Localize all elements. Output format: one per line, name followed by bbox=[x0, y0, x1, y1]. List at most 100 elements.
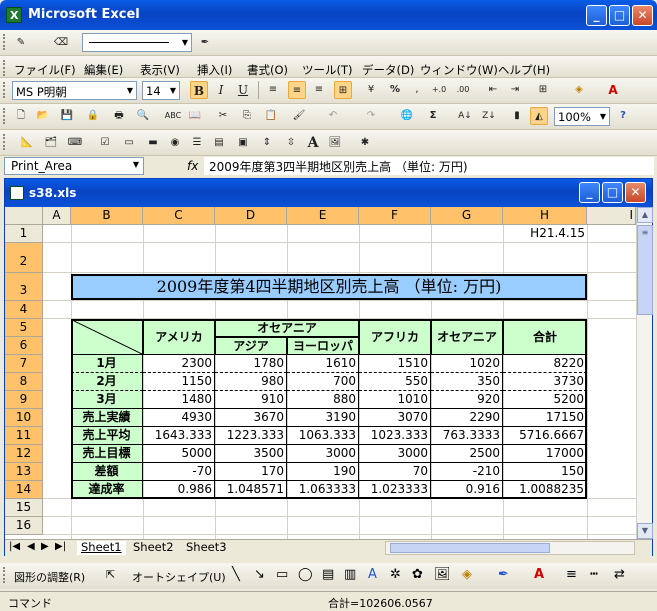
currency-icon[interactable]: ¥ bbox=[362, 81, 380, 99]
table-cell[interactable]: 1480 bbox=[143, 391, 215, 409]
borders-icon[interactable]: ⊞ bbox=[534, 81, 552, 99]
row-header[interactable]: 12 bbox=[5, 445, 43, 463]
table-cell[interactable]: 3070 bbox=[359, 409, 431, 427]
col-header-e[interactable]: E bbox=[287, 207, 359, 225]
header-oceania[interactable]: オセアニア bbox=[431, 319, 503, 355]
text-box-icon[interactable]: ▤ bbox=[322, 567, 334, 582]
h-scroll-thumb[interactable] bbox=[390, 543, 550, 553]
name-box[interactable]: Print_Area ▼ bbox=[4, 157, 144, 175]
oval-icon[interactable]: ◯ bbox=[298, 567, 313, 582]
row-header[interactable]: 13 bbox=[5, 463, 43, 481]
spreadsheet-grid[interactable]: A B C D E F G H I 1 2 3 4 5 6 7 8 9 10 1… bbox=[5, 207, 636, 539]
table-cell[interactable]: 0.916 bbox=[431, 481, 503, 499]
table-cell[interactable]: 1063.333 bbox=[287, 427, 359, 445]
table-cell[interactable]: 700 bbox=[287, 373, 359, 391]
row-header[interactable]: 2 bbox=[5, 243, 43, 273]
underline-button[interactable]: U bbox=[234, 81, 252, 99]
font-color-icon[interactable]: A bbox=[534, 567, 544, 582]
more-controls-icon[interactable]: ✱ bbox=[356, 134, 374, 152]
drawing-icon[interactable]: ◭ bbox=[530, 107, 548, 125]
label-icon[interactable]: A bbox=[304, 134, 322, 152]
minimize-button[interactable]: _ bbox=[586, 5, 607, 26]
table-cell[interactable]: 3500 bbox=[215, 445, 287, 463]
table-cell[interactable]: 3730 bbox=[503, 373, 587, 391]
decrease-indent-icon[interactable]: ⇤ bbox=[484, 81, 502, 99]
col-header-b[interactable]: B bbox=[71, 207, 143, 225]
table-cell[interactable]: 1020 bbox=[431, 355, 503, 373]
workbook-maximize-button[interactable]: □ bbox=[602, 182, 623, 203]
maximize-button[interactable]: □ bbox=[609, 5, 630, 26]
select-all-corner[interactable] bbox=[5, 207, 43, 225]
table-cell[interactable]: 350 bbox=[431, 373, 503, 391]
autosum-icon[interactable]: Σ bbox=[424, 107, 442, 125]
draw-adjust-menu[interactable]: 図形の調整(R) bbox=[14, 569, 85, 585]
table-cell[interactable]: 70 bbox=[359, 463, 431, 481]
workbook-icon[interactable] bbox=[10, 186, 24, 200]
header-america[interactable]: アメリカ bbox=[143, 319, 215, 355]
menu-file[interactable]: ファイル(F) bbox=[14, 62, 76, 78]
table-cell[interactable]: 17000 bbox=[503, 445, 587, 463]
fill-color-icon[interactable]: ◈ bbox=[570, 81, 588, 99]
table-cell[interactable]: 0.986 bbox=[143, 481, 215, 499]
listbox-icon[interactable]: ☰ bbox=[188, 134, 206, 152]
table-cell[interactable]: 763.3333 bbox=[431, 427, 503, 445]
table-cell[interactable]: 5000 bbox=[143, 445, 215, 463]
menu-window[interactable]: ウィンドウ(W) bbox=[420, 62, 498, 78]
vertical-text-box-icon[interactable]: ▥ bbox=[344, 567, 356, 582]
table-cell[interactable]: 2290 bbox=[431, 409, 503, 427]
redo-icon[interactable]: ↷ bbox=[362, 107, 380, 125]
percent-icon[interactable]: % bbox=[386, 81, 404, 99]
scroll-up-icon[interactable]: ▲ bbox=[637, 207, 653, 223]
table-cell[interactable]: 1780 bbox=[215, 355, 287, 373]
font-size-select[interactable]: 14 ▼ bbox=[142, 81, 180, 100]
table-cell[interactable]: 880 bbox=[287, 391, 359, 409]
tab-sheet1[interactable]: Sheet1 bbox=[77, 541, 126, 555]
col-header-h[interactable]: H bbox=[503, 207, 587, 225]
horizontal-scrollbar[interactable] bbox=[385, 541, 635, 555]
line-icon[interactable]: ╲ bbox=[232, 567, 240, 582]
print-icon[interactable]: 🖶 bbox=[110, 107, 128, 125]
row-header[interactable]: 9 bbox=[5, 391, 43, 409]
merge-center-icon[interactable]: ⊞ bbox=[334, 81, 352, 99]
table-cell[interactable]: 170 bbox=[215, 463, 287, 481]
fx-icon[interactable]: fx bbox=[187, 159, 198, 173]
hyperlink-icon[interactable]: 🌐 bbox=[398, 107, 416, 125]
table-cell[interactable]: 1.048571 bbox=[215, 481, 287, 499]
table-cell[interactable]: 3190 bbox=[287, 409, 359, 427]
print-preview-icon[interactable]: 🔍 bbox=[134, 107, 152, 125]
table-cell[interactable]: 1510 bbox=[359, 355, 431, 373]
menu-help[interactable]: ヘルプ(H) bbox=[498, 62, 550, 78]
row-header[interactable]: 5 bbox=[5, 319, 43, 337]
scroll-down-icon[interactable]: ▼ bbox=[637, 523, 653, 539]
clipart-icon[interactable]: ✿ bbox=[412, 567, 423, 582]
col-header-f[interactable]: F bbox=[359, 207, 431, 225]
row-label[interactable]: 差額 bbox=[71, 463, 143, 481]
row-header[interactable]: 1 bbox=[5, 225, 43, 243]
arrow-icon[interactable]: ↘ bbox=[254, 567, 265, 582]
row-label[interactable]: 売上平均 bbox=[71, 427, 143, 445]
table-cell[interactable]: 2500 bbox=[431, 445, 503, 463]
align-right-icon[interactable]: ≡ bbox=[310, 81, 328, 99]
header-total[interactable]: 合計 bbox=[503, 319, 587, 355]
picture-icon[interactable]: 🖼 bbox=[434, 567, 451, 582]
table-cell[interactable]: 17150 bbox=[503, 409, 587, 427]
row-label[interactable]: 1月 bbox=[71, 355, 143, 373]
report-title[interactable]: 2009年度第4四半期地区別売上高 （単位: 万円) bbox=[71, 274, 587, 300]
sort-descending-icon[interactable]: Z↓ bbox=[480, 107, 498, 125]
font-select[interactable]: MS P明朝 ▼ bbox=[12, 81, 137, 100]
copy-icon[interactable]: ⎘ bbox=[238, 107, 256, 125]
permission-icon[interactable]: 🔒 bbox=[84, 107, 102, 125]
next-sheet-icon[interactable]: ▶ bbox=[41, 541, 49, 552]
font-color-icon[interactable]: A bbox=[604, 81, 622, 99]
workbook-minimize-button[interactable]: _ bbox=[579, 182, 600, 203]
vertical-scrollbar[interactable]: ▲ ≡ ▼ bbox=[636, 207, 653, 539]
col-header-g[interactable]: G bbox=[431, 207, 503, 225]
tab-sheet3[interactable]: Sheet3 bbox=[182, 541, 231, 555]
table-cell[interactable]: 4930 bbox=[143, 409, 215, 427]
table-cell[interactable]: 1023.333 bbox=[359, 427, 431, 445]
wordart-icon[interactable]: A bbox=[368, 567, 377, 582]
table-cell[interactable]: 1223.333 bbox=[215, 427, 287, 445]
workbook-close-button[interactable]: ✕ bbox=[625, 182, 646, 203]
line-color-icon[interactable]: ✒ bbox=[498, 567, 509, 582]
formula-input[interactable]: 2009年度第3四半期地区別売上高 （単位: 万円) bbox=[204, 157, 654, 175]
